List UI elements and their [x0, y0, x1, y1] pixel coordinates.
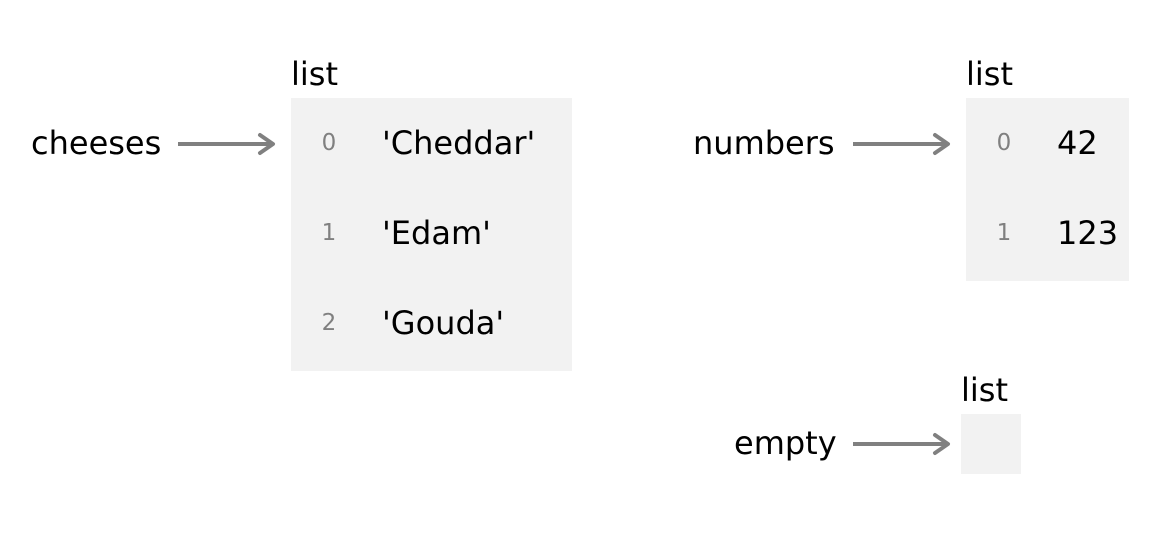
arrow-numbers — [853, 133, 950, 155]
index-label: 0 — [996, 130, 1012, 156]
item-value: 'Cheddar' — [382, 124, 536, 162]
list-item: 0 42 — [966, 98, 1129, 188]
index-label: 2 — [321, 310, 337, 336]
list-box-cheeses: 0 'Cheddar' 1 'Edam' 2 'Gouda' — [291, 98, 572, 371]
item-value: 'Gouda' — [382, 304, 505, 342]
list-item: 2 'Gouda' — [291, 278, 572, 368]
list-box-empty — [961, 414, 1021, 474]
item-value: 'Edam' — [382, 214, 491, 252]
type-label-numbers: list — [966, 55, 1013, 93]
item-value: 123 — [1057, 214, 1119, 252]
index-label: 0 — [321, 130, 337, 156]
index-label: 1 — [996, 220, 1012, 246]
index-label: 1 — [321, 220, 337, 246]
state-diagram: cheeses list 0 'Cheddar' 1 'Edam' 2 'Gou… — [0, 0, 1158, 534]
type-label-cheeses: list — [291, 55, 338, 93]
variable-empty: empty — [734, 424, 837, 462]
arrow-empty — [853, 433, 950, 455]
variable-numbers: numbers — [693, 124, 835, 162]
list-item: 1 'Edam' — [291, 188, 572, 278]
arrow-cheeses — [178, 133, 275, 155]
list-item: 0 'Cheddar' — [291, 98, 572, 188]
variable-cheeses: cheeses — [31, 124, 162, 162]
type-label-empty: list — [961, 371, 1008, 409]
list-box-numbers: 0 42 1 123 — [966, 98, 1129, 281]
list-item: 1 123 — [966, 188, 1129, 278]
item-value: 42 — [1057, 124, 1098, 162]
